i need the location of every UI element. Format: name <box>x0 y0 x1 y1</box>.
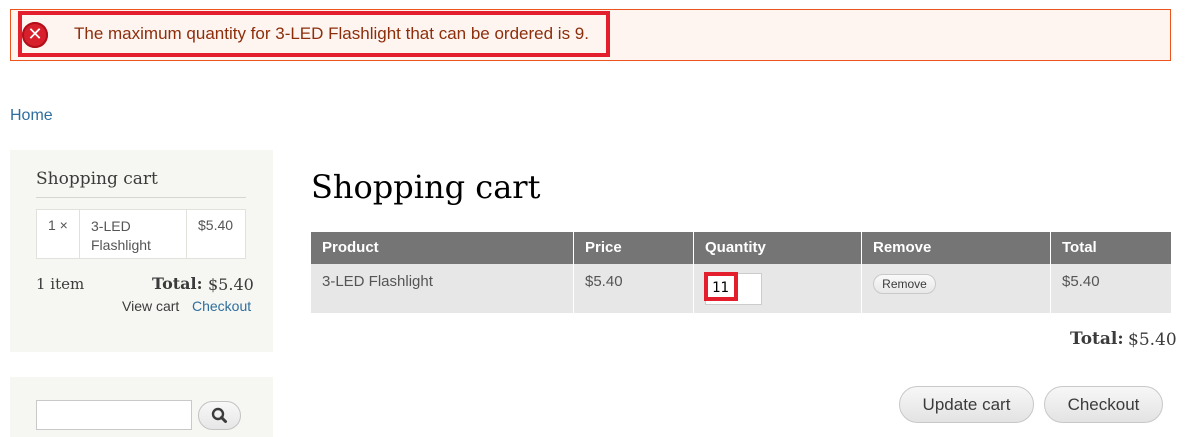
sidebar-total-label: Total: <box>152 274 203 293</box>
cart-table-divider <box>186 210 187 258</box>
sidebar-cart-item-name[interactable]: 3-LED Flashlight <box>91 217 186 255</box>
column-divider <box>861 232 862 313</box>
row-total: $5.40 <box>1062 273 1100 290</box>
column-divider <box>1050 232 1051 313</box>
column-header-product: Product <box>322 239 379 256</box>
breadcrumb-home-link[interactable]: Home <box>10 107 53 125</box>
sidebar-item-count: 1 item <box>36 275 85 293</box>
cart-table-divider <box>79 210 80 258</box>
sidebar-total-value: $5.40 <box>208 275 254 294</box>
update-cart-button[interactable]: Update cart <box>899 386 1034 423</box>
remove-button[interactable]: Remove <box>873 274 936 294</box>
page-title: Shopping cart <box>311 168 541 206</box>
view-cart-link[interactable]: View cart <box>122 298 179 314</box>
column-divider <box>693 232 694 313</box>
checkout-button[interactable]: Checkout <box>1044 386 1163 423</box>
grand-total-value: $5.40 <box>1128 330 1177 350</box>
sidebar-cart-item-price: $5.40 <box>198 217 234 233</box>
sidebar-checkout-link[interactable]: Checkout <box>192 298 251 314</box>
column-header-total: Total <box>1062 239 1097 256</box>
grand-total-label: Total: <box>1070 329 1124 349</box>
row-product-name: 3-LED Flashlight <box>322 273 433 290</box>
column-header-quantity: Quantity <box>705 239 766 256</box>
column-divider <box>573 232 574 313</box>
sidebar-cart-title: Shopping cart <box>36 169 158 189</box>
column-header-remove: Remove <box>873 239 932 256</box>
sidebar-divider <box>36 197 246 198</box>
sidebar-cart-item-qty: 1 × <box>48 217 68 233</box>
error-icon: ✕ <box>22 22 48 48</box>
search-icon <box>211 407 227 423</box>
row-price: $5.40 <box>585 273 623 290</box>
error-message-text: The maximum quantity for 3-LED Flashligh… <box>74 24 589 43</box>
search-button[interactable] <box>198 401 241 430</box>
column-header-price: Price <box>585 239 622 256</box>
search-input[interactable] <box>36 400 192 430</box>
quantity-value[interactable]: 11 <box>712 280 729 296</box>
